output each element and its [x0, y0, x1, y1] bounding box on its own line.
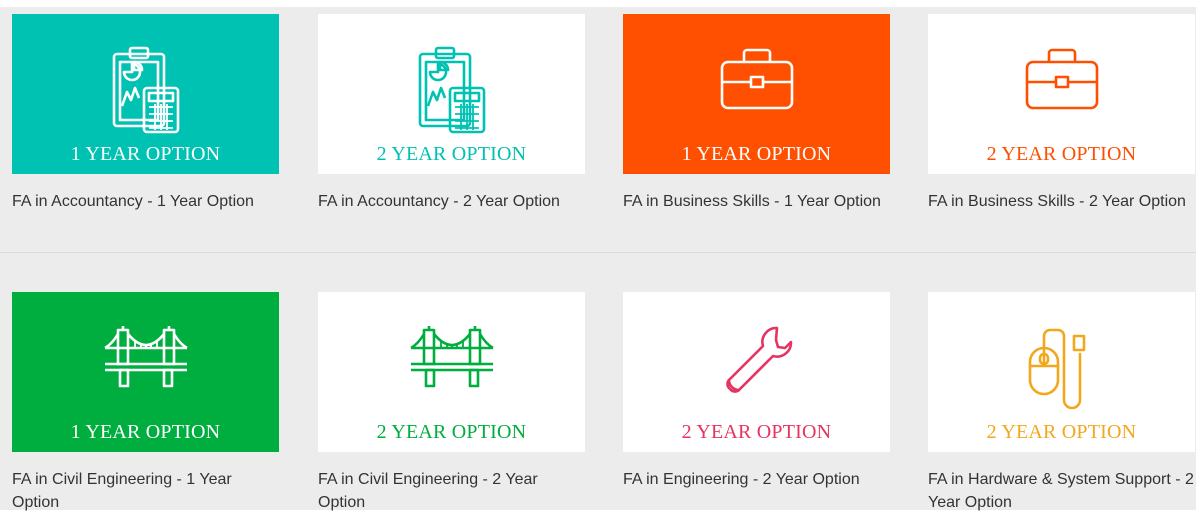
option-label: 2 YEAR OPTION: [681, 421, 832, 443]
course-title-link[interactable]: FA in Accountancy - 1 Year Option: [12, 190, 279, 213]
course-card[interactable]: 2 YEAR OPTION FA in Accountancy - 2 Year …: [318, 14, 585, 213]
option-label: 1 YEAR OPTION: [70, 143, 221, 165]
course-thumbnail-link[interactable]: 1 YEAR OPTION: [623, 14, 890, 174]
course-thumbnail-link[interactable]: 2 YEAR OPTION: [928, 292, 1195, 452]
course-title-link[interactable]: FA in Civil Engineering - 2 Year Option: [318, 468, 585, 514]
option-label: 1 YEAR OPTION: [681, 143, 832, 165]
course-grid: 1 YEAR OPTION FA in Accountancy - 1 Year …: [0, 0, 1196, 511]
briefcase-icon: [718, 44, 796, 119]
course-thumbnail-link[interactable]: 2 YEAR OPTION: [318, 292, 585, 452]
clipboard-calculator-icon: [106, 44, 186, 141]
course-title-link[interactable]: FA in Business Skills - 1 Year Option: [623, 190, 890, 213]
course-thumbnail-link[interactable]: 1 YEAR OPTION: [12, 292, 279, 452]
course-thumbnail-link[interactable]: 2 YEAR OPTION: [318, 14, 585, 174]
option-label: 2 YEAR OPTION: [376, 421, 527, 443]
clipboard-calculator-icon: [412, 44, 492, 141]
course-card[interactable]: 2 YEAR OPTION FA in Civil Engineering - 2…: [318, 292, 585, 514]
option-label: 2 YEAR OPTION: [376, 143, 527, 165]
row-divider: [0, 252, 1196, 253]
briefcase-icon: [1023, 44, 1101, 119]
course-card[interactable]: 1 YEAR OPTION FA in Business Skills - 1 Y…: [623, 14, 890, 213]
course-thumbnail-link[interactable]: 2 YEAR OPTION: [623, 292, 890, 452]
course-title-link[interactable]: FA in Accountancy - 2 Year Option: [318, 190, 585, 213]
mouse-icon: [1024, 322, 1100, 419]
bridge-icon: [407, 322, 497, 397]
course-thumbnail-link[interactable]: 1 YEAR OPTION: [12, 14, 279, 174]
course-thumbnail-link[interactable]: 2 YEAR OPTION: [928, 14, 1195, 174]
option-label: 1 YEAR OPTION: [70, 421, 221, 443]
option-label: 2 YEAR OPTION: [986, 143, 1137, 165]
course-title-link[interactable]: FA in Engineering - 2 Year Option: [623, 468, 890, 491]
wrench-icon: [717, 322, 797, 407]
course-card[interactable]: 2 YEAR OPTION FA in Business Skills - 2 Y…: [928, 14, 1195, 213]
course-title-link[interactable]: FA in Civil Engineering - 1 Year Option: [12, 468, 279, 514]
bridge-icon: [101, 322, 191, 397]
course-card[interactable]: 2 YEAR OPTION FA in Hardware & System Sup…: [928, 292, 1195, 514]
option-label: 2 YEAR OPTION: [986, 421, 1137, 443]
course-card[interactable]: 2 YEAR OPTION FA in Engineering - 2 Year …: [623, 292, 890, 491]
course-card[interactable]: 1 YEAR OPTION FA in Civil Engineering - 1…: [12, 292, 279, 514]
course-title-link[interactable]: FA in Business Skills - 2 Year Option: [928, 190, 1195, 213]
course-title-link[interactable]: FA in Hardware & System Support - 2 Year…: [928, 468, 1195, 514]
course-card[interactable]: 1 YEAR OPTION FA in Accountancy - 1 Year …: [12, 14, 279, 213]
